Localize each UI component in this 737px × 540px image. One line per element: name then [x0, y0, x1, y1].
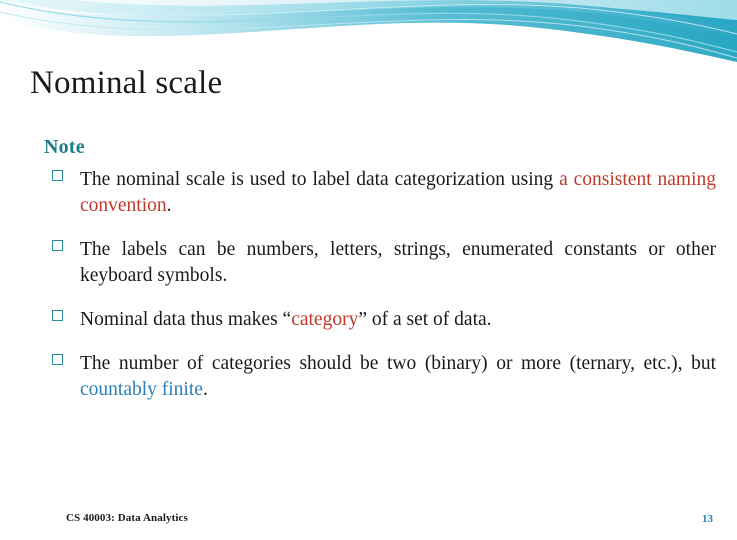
list-item-text: The number of categories should be two (… — [80, 351, 716, 403]
note-label: Note — [44, 136, 85, 158]
banner-graphic — [0, 0, 737, 74]
decorative-swoosh-banner — [0, 0, 737, 74]
page-number: 13 — [702, 513, 713, 525]
square-bullet-icon — [52, 353, 63, 365]
page-title: Nominal scale — [30, 65, 223, 101]
list-item: The nominal scale is used to label data … — [44, 167, 716, 219]
text-segment-highlight: category — [291, 308, 359, 330]
slide: Nominal scale Note The nominal scale is … — [0, 0, 737, 540]
text-segment: . — [166, 194, 172, 216]
text-segment: The nominal scale is used to label data … — [80, 169, 560, 190]
footer-course-label: CS 40003: Data Analytics — [66, 512, 188, 524]
text-segment: The labels can be numbers, letters, stri… — [80, 238, 716, 286]
list-item-text: Nominal data thus makes “category” of a … — [80, 307, 716, 333]
slide-footer: CS 40003: Data Analytics 13 — [0, 504, 737, 540]
text-segment: The number of categories should be two (… — [80, 352, 716, 374]
square-bullet-icon — [52, 309, 63, 321]
bullet-list: The nominal scale is used to label data … — [44, 167, 716, 402]
text-segment: Nominal data thus makes “ — [80, 308, 292, 330]
list-item-text: The labels can be numbers, letters, stri… — [80, 237, 716, 289]
text-segment: ” of a set of data. — [358, 308, 492, 330]
square-bullet-icon — [52, 239, 63, 251]
square-bullet-icon — [52, 170, 63, 181]
list-item: Nominal data thus makes “category” of a … — [44, 307, 716, 333]
text-segment-highlight: countably finite — [80, 378, 203, 400]
list-item: The labels can be numbers, letters, stri… — [44, 237, 716, 289]
list-item-text: The nominal scale is used to label data … — [80, 167, 716, 219]
list-item: The number of categories should be two (… — [44, 351, 716, 403]
slide-body: Note The nominal scale is used to label … — [44, 136, 716, 402]
text-segment: . — [202, 378, 208, 400]
